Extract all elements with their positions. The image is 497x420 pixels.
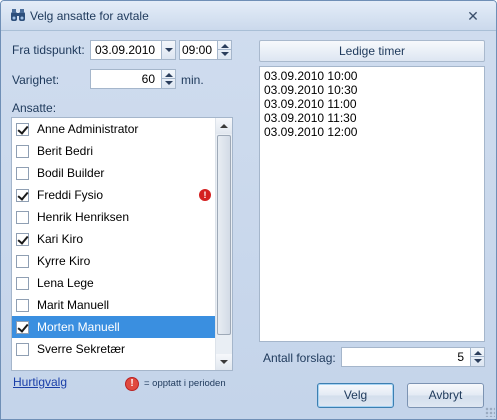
duration-label: Varighet: (12, 73, 60, 87)
employee-row[interactable]: Bodil Builder (12, 162, 215, 184)
time-field[interactable]: 09:00 (179, 40, 232, 60)
scroll-thumb[interactable] (217, 135, 231, 335)
employee-checkbox[interactable] (16, 277, 29, 290)
time-slot[interactable]: 03.09.2010 12:00 (264, 125, 357, 139)
employee-checkbox[interactable] (16, 321, 29, 334)
chevron-up-icon[interactable] (474, 351, 482, 355)
duration-unit: min. (181, 73, 204, 87)
employee-name: Freddi Fysio (37, 188, 104, 202)
time-slot[interactable]: 03.09.2010 10:30 (264, 83, 357, 97)
employee-name: Sverre Sekretær (37, 342, 126, 356)
duration-stepper[interactable] (161, 70, 175, 88)
resize-grip[interactable] (485, 407, 495, 417)
employee-name: Anne Administrator (37, 122, 139, 136)
employee-row[interactable]: Henrik Henriksen (12, 206, 215, 228)
busy-legend-text: = opptatt i perioden (144, 378, 226, 389)
suggestions-label: Antall forslag: (263, 351, 336, 365)
suggestions-field[interactable]: 5 (341, 347, 485, 367)
employees-label: Ansatte: (12, 101, 57, 115)
duration-value: 60 (141, 72, 155, 86)
suggestions-stepper[interactable] (470, 348, 484, 366)
busy-warning-icon: ! (199, 189, 211, 201)
employee-row[interactable]: Sverre Sekretær (12, 338, 215, 360)
employee-checkbox[interactable] (16, 123, 29, 136)
employee-name: Berit Bedri (37, 144, 94, 158)
select-button[interactable]: Velg (317, 383, 394, 408)
divider (471, 356, 484, 357)
employee-name: Lena Lege (37, 276, 94, 290)
duration-field[interactable]: 60 (90, 69, 176, 89)
employee-row[interactable]: Kyrre Kiro (12, 250, 215, 272)
available-times-header[interactable]: Ledige timer (259, 40, 485, 62)
employee-checkbox[interactable] (16, 233, 29, 246)
employee-row[interactable]: Marit Manuell (12, 294, 215, 316)
divider (218, 49, 231, 50)
chevron-up-icon[interactable] (221, 44, 229, 48)
time-value: 09:00 (182, 43, 213, 57)
window-title: Velg ansatte for avtale (30, 9, 149, 23)
cancel-button-label: Avbryt (428, 388, 463, 402)
employee-name: Henrik Henriksen (37, 210, 130, 224)
dialog-window: Velg ansatte for avtale ✕ Fra tidspunkt:… (0, 0, 497, 420)
employee-row[interactable]: Lena Lege (12, 272, 215, 294)
time-slot[interactable]: 03.09.2010 10:00 (264, 69, 357, 83)
select-button-label: Velg (343, 388, 368, 402)
employee-checkbox[interactable] (16, 299, 29, 312)
date-dropdown-button[interactable] (161, 41, 175, 59)
employee-name: Marit Manuell (37, 298, 110, 312)
employee-checkbox[interactable] (16, 167, 29, 180)
time-slot[interactable]: 03.09.2010 11:00 (264, 97, 357, 111)
scroll-down-button[interactable] (216, 354, 232, 370)
chevron-down-icon[interactable] (474, 359, 482, 363)
chevron-down-icon[interactable] (221, 52, 229, 56)
available-times-list[interactable]: 03.09.2010 10:00 03.09.2010 10:30 03.09.20… (259, 66, 485, 342)
from-time-label: Fra tidspunkt: (12, 43, 85, 57)
vertical-scrollbar[interactable] (215, 118, 232, 370)
employee-name: Kyrre Kiro (37, 254, 91, 268)
close-button[interactable]: ✕ (463, 7, 483, 25)
employee-checkbox[interactable] (16, 255, 29, 268)
employee-name: Morten Manuell (37, 320, 120, 334)
quick-select-link[interactable]: Hurtigvalg (13, 375, 67, 389)
scroll-up-button[interactable] (216, 118, 232, 134)
employee-row[interactable]: Anne Administrator (12, 118, 215, 140)
date-value: 03.09.2010 (95, 43, 156, 57)
date-picker[interactable]: 03.09.2010 (90, 40, 176, 60)
cancel-button[interactable]: Avbryt (407, 383, 484, 408)
employee-name: Bodil Builder (37, 166, 105, 180)
employee-checkbox[interactable] (16, 189, 29, 202)
busy-warning-icon: ! (125, 377, 139, 391)
time-slot[interactable]: 03.09.2010 11:30 (264, 111, 357, 125)
divider (162, 78, 175, 79)
time-stepper[interactable] (217, 41, 231, 59)
title-bar: Velg ansatte for avtale ✕ (1, 1, 496, 31)
employee-row[interactable]: Morten Manuell (12, 316, 215, 338)
employee-row[interactable]: Freddi Fysio! (12, 184, 215, 206)
employee-row[interactable]: Berit Bedri (12, 140, 215, 162)
employee-list[interactable]: Anne Administrator Berit Bedri Bodil Build… (11, 117, 233, 371)
employee-row[interactable]: Kari Kiro (12, 228, 215, 250)
close-icon: ✕ (467, 8, 479, 24)
chevron-up-icon[interactable] (165, 73, 173, 77)
employee-checkbox[interactable] (16, 145, 29, 158)
suggestions-value: 5 (457, 350, 464, 364)
employee-name: Kari Kiro (37, 232, 84, 246)
employee-checkbox[interactable] (16, 343, 29, 356)
chevron-down-icon[interactable] (165, 81, 173, 85)
employee-checkbox[interactable] (16, 211, 29, 224)
binoculars-icon (11, 9, 25, 21)
